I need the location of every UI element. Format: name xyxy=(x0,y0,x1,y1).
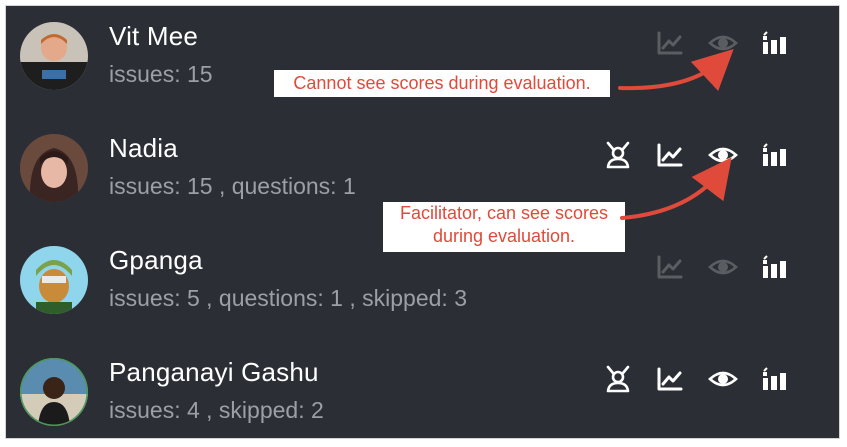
facilitator-icon[interactable] xyxy=(603,140,633,170)
trend-line-icon[interactable] xyxy=(655,28,685,58)
eye-icon[interactable] xyxy=(708,252,738,282)
participant-stats: issues: 4 , skipped: 2 xyxy=(109,397,324,423)
annotation-callout: Facilitator, can see scores during evalu… xyxy=(383,202,625,252)
bar-chart-icon[interactable] xyxy=(761,28,791,58)
bar-chart-icon[interactable] xyxy=(761,252,791,282)
participant-stats: issues: 15 , questions: 1 xyxy=(109,173,356,199)
participant-row[interactable]: Vit Mee issues: 15 xyxy=(6,6,839,118)
participant-name: Panganayi Gashu xyxy=(109,357,319,387)
facilitator-icon[interactable] xyxy=(603,364,633,394)
annotation-callout: Cannot see scores during evaluation. xyxy=(274,70,610,97)
trend-line-icon[interactable] xyxy=(655,252,685,282)
participant-stats: issues: 15 xyxy=(109,61,213,87)
participant-name: Vit Mee xyxy=(109,21,199,51)
avatar xyxy=(20,134,88,202)
eye-icon[interactable] xyxy=(708,364,738,394)
participant-stats: issues: 5 , questions: 1 , skipped: 3 xyxy=(109,285,467,311)
eye-icon[interactable] xyxy=(708,140,738,170)
avatar xyxy=(20,358,88,426)
bar-chart-icon[interactable] xyxy=(761,364,791,394)
annotation-line: Facilitator, can see scores xyxy=(399,203,609,223)
trend-line-icon[interactable] xyxy=(655,364,685,394)
participant-name: Gpanga xyxy=(109,245,203,275)
annotation-line: during evaluation. xyxy=(432,226,576,246)
avatar xyxy=(20,22,88,90)
trend-line-icon[interactable] xyxy=(655,140,685,170)
bar-chart-icon[interactable] xyxy=(761,140,791,170)
eye-icon[interactable] xyxy=(708,28,738,58)
avatar xyxy=(20,246,88,314)
participant-name: Nadia xyxy=(109,133,178,163)
participant-row[interactable]: Panganayi Gashu issues: 4 , skipped: 2 xyxy=(6,342,839,438)
